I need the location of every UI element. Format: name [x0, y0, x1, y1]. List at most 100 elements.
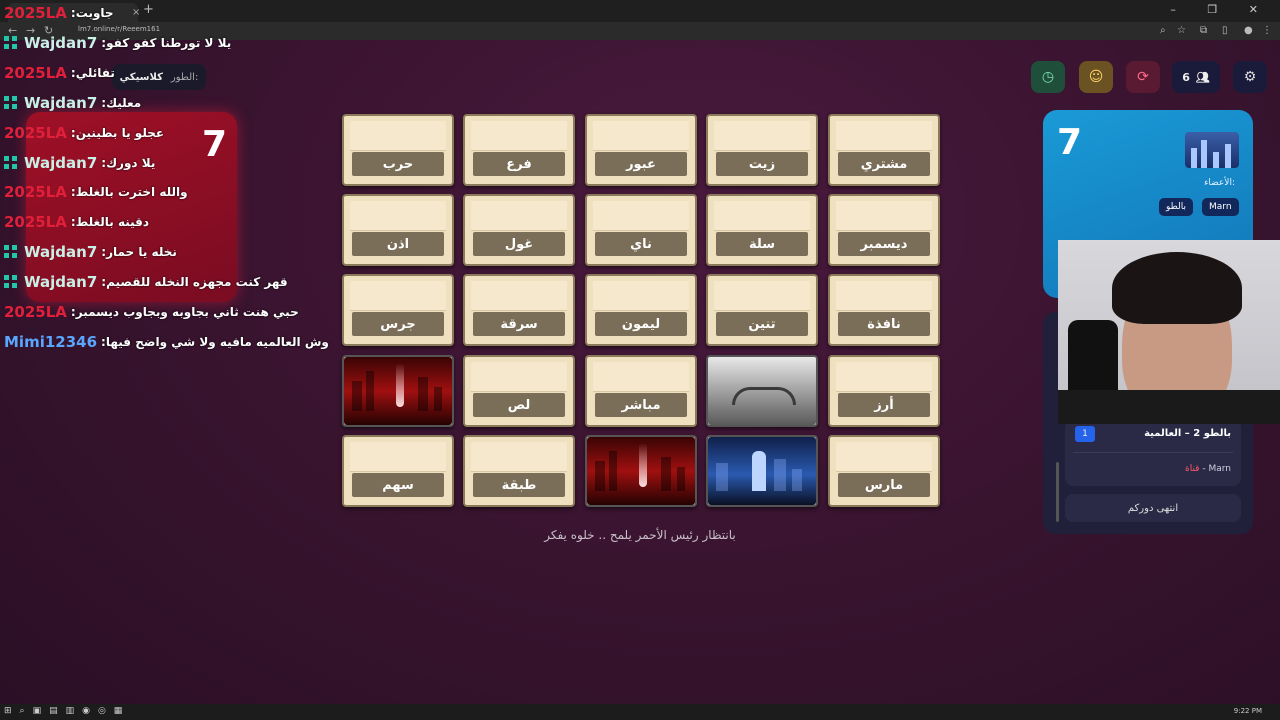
word-card[interactable]: طبقة: [463, 435, 575, 507]
card-word: مباشر: [595, 393, 687, 417]
chat-message: Wajdan7 : قهر كنت مجهزه النخله للقصيم: [4, 272, 288, 292]
word-card[interactable]: زيت: [706, 114, 818, 186]
word-card[interactable]: فرع: [463, 114, 575, 186]
red-team-card-image: [587, 437, 695, 505]
profile-icon[interactable]: ●: [1244, 25, 1253, 36]
word-card[interactable]: تنين: [706, 274, 818, 346]
browser-tab-bar: × + – ❐ ✕: [0, 0, 1280, 22]
chat-text: تفائلي: [75, 65, 115, 80]
chat-username: Mimi12346: [4, 332, 98, 351]
word-card[interactable]: سلة: [706, 194, 818, 266]
card-word: زيت: [716, 152, 808, 176]
extensions-icon[interactable]: ⧉: [1200, 25, 1207, 36]
chat-username: 2025LA: [4, 213, 67, 232]
word-card[interactable]: نافذة: [828, 274, 940, 346]
revealed-card[interactable]: [706, 355, 818, 427]
chat-text: يلا لا تورطنا كفو كفو: [106, 35, 232, 50]
user-badge-icon: [4, 95, 18, 110]
chat-username: Wajdan7: [24, 153, 98, 172]
word-card[interactable]: لص: [463, 355, 575, 427]
card-word: سلة: [716, 232, 808, 256]
game-mode-label: الطور:: [170, 71, 199, 83]
revealed-card[interactable]: [342, 355, 454, 427]
menu-icon[interactable]: ⋮: [1262, 25, 1272, 36]
card-word: سهم: [352, 473, 444, 497]
word-card[interactable]: اذن: [342, 194, 454, 266]
word-card[interactable]: جرس: [342, 274, 454, 346]
word-card[interactable]: سهم: [342, 435, 454, 507]
gear-icon: ⚙: [1243, 69, 1257, 85]
card-word: ليمون: [595, 312, 687, 336]
window-controls[interactable]: – ❐ ✕: [1170, 3, 1272, 16]
chat-text: وش العالميه مافيه ولا شي واضح فيها: [105, 334, 329, 349]
chat-text: قهر كنت مجهزه النخله للقصيم: [106, 275, 288, 290]
chat-message: 2025LA : تفائلي: [4, 63, 115, 83]
blue-member-badge: Marn: [1202, 198, 1239, 216]
bookmark-star-icon[interactable]: ☆: [1177, 25, 1186, 36]
revealed-card[interactable]: [706, 435, 818, 507]
players-count: 6: [1182, 70, 1190, 84]
blue-members-label: الأعضاء:: [1204, 178, 1235, 188]
word-card[interactable]: ليمون: [585, 274, 697, 346]
word-card[interactable]: حرب: [342, 114, 454, 186]
word-card[interactable]: ناي: [585, 194, 697, 266]
players-count-button[interactable]: 6 👥︎: [1172, 61, 1220, 93]
clue-author-name: Marn: [1208, 464, 1231, 474]
word-card[interactable]: عبور: [585, 114, 697, 186]
tab-close-icon[interactable]: ×: [132, 7, 140, 18]
snow-team-card-image: [708, 357, 816, 425]
chat-message: 2025LA : جاوبت: [4, 3, 114, 23]
chat-text: حبي هنت ثاني بجاوبه وبجاوب ديسمبر: [75, 305, 299, 319]
word-card[interactable]: سرقة: [463, 274, 575, 346]
url-field[interactable]: lm7.online/r/Reeem161: [78, 25, 160, 33]
chat-username: Wajdan7: [24, 273, 98, 292]
clue-author-role: قناة: [1185, 464, 1200, 474]
revealed-card[interactable]: [585, 435, 697, 507]
divider: [1073, 452, 1233, 453]
card-word: أرز: [838, 393, 930, 417]
card-word: غول: [473, 232, 565, 256]
red-team-card-image: [344, 357, 452, 425]
refresh-button[interactable]: ⟳: [1126, 61, 1160, 93]
taskbar: ⊞⌕▣▤▥◉◎▦ 9:22 PM: [0, 704, 1280, 720]
emoji-button[interactable]: ☺: [1079, 61, 1113, 93]
word-card[interactable]: مشتري: [828, 114, 940, 186]
card-word: نافذة: [838, 312, 930, 336]
status-message: بانتظار رئيس الأحمر يلمح .. خلوه يفكر: [544, 528, 736, 542]
chat-text: عجلو يا بطينين: [75, 125, 165, 140]
word-card[interactable]: مارس: [828, 435, 940, 507]
chat-message: 2025LA : حبي هنت ثاني بجاوبه وبجاوب ديسم…: [4, 302, 299, 322]
word-card[interactable]: غول: [463, 194, 575, 266]
blue-team-card-image: [708, 437, 816, 505]
zoom-icon[interactable]: ⌕: [1160, 25, 1166, 36]
taskbar-apps[interactable]: ⊞⌕▣▤▥◉◎▦: [4, 706, 130, 716]
user-badge-icon: [4, 275, 18, 289]
user-badge-icon: [4, 35, 18, 50]
new-tab-icon[interactable]: +: [143, 2, 154, 17]
card-word: مشتري: [838, 152, 930, 176]
game-mode-pill[interactable]: كلاسيكي الطور:: [112, 64, 206, 90]
card-word: لص: [473, 393, 565, 417]
card-word: طبقة: [473, 473, 565, 497]
chat-username: 2025LA: [4, 123, 67, 142]
log-scrollbar[interactable]: [1056, 462, 1059, 522]
word-card[interactable]: أرز: [828, 355, 940, 427]
chat-username: 2025LA: [4, 183, 67, 202]
chat-text: معليك: [106, 95, 142, 110]
chat-message: 2025LA : دقينه بالغلط: [4, 212, 149, 232]
clue-count-badge: 1: [1075, 426, 1095, 442]
card-word: جرس: [352, 312, 444, 336]
blue-team-image: [1185, 132, 1239, 168]
settings-button[interactable]: ⚙: [1233, 61, 1267, 93]
word-card[interactable]: مباشر: [585, 355, 697, 427]
card-word: اذن: [352, 232, 444, 256]
chat-message: Wajdan7 : يلا لا تورطنا كفو كفو: [4, 33, 231, 53]
refresh-icon: ⟳: [1137, 69, 1149, 85]
timer-button[interactable]: ◷: [1031, 61, 1065, 93]
sidebar-icon[interactable]: ▯: [1222, 25, 1228, 36]
word-card[interactable]: ديسمبر: [828, 194, 940, 266]
clue-title: بالطو 2 – العالمية: [1144, 428, 1231, 439]
taskbar-clock: 9:22 PM: [1233, 707, 1262, 715]
user-badge-icon: [4, 155, 18, 170]
red-team-score: 7: [202, 124, 228, 165]
